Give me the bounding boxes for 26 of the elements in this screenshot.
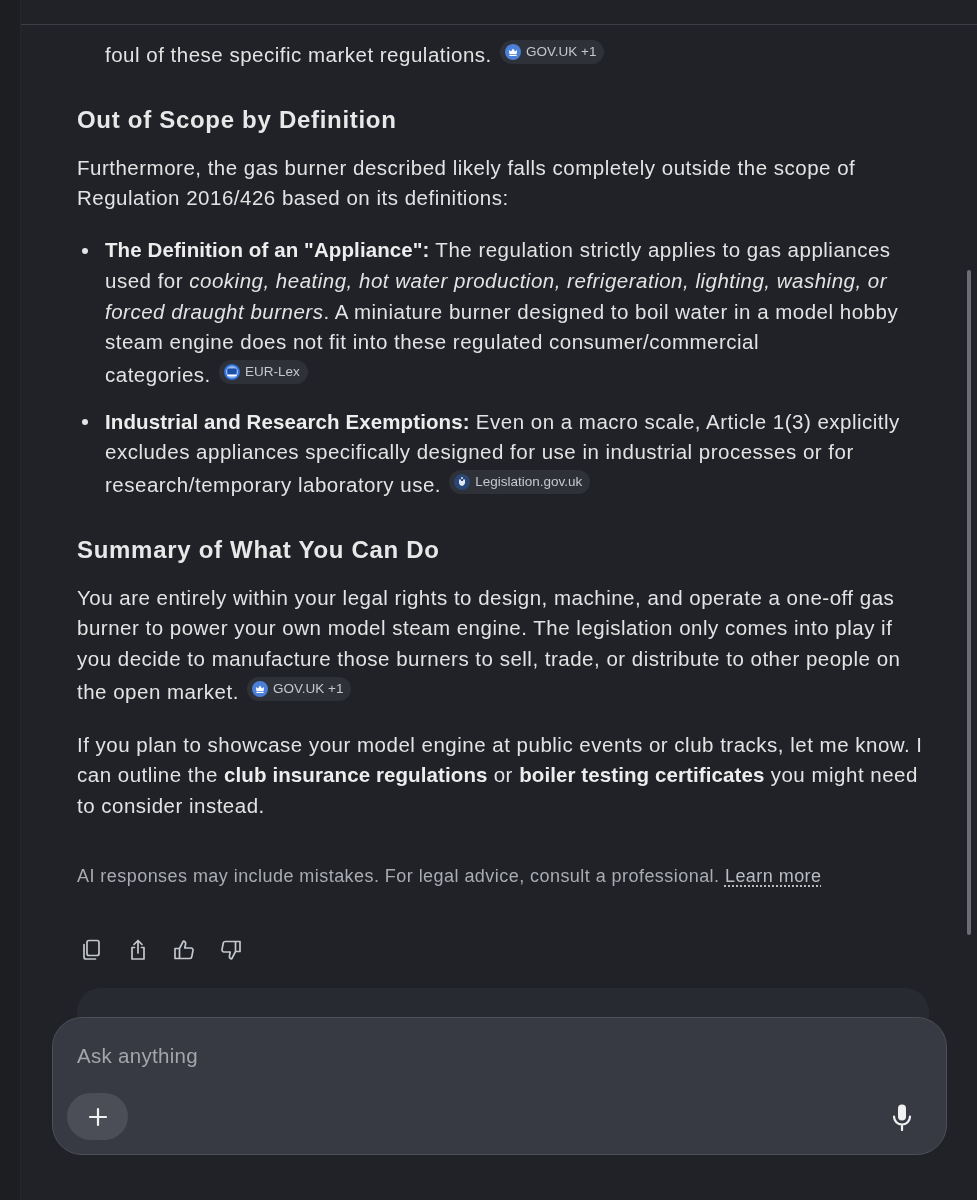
source-chip[interactable]: Legislation.gov.uk xyxy=(449,470,591,495)
bullet-icon xyxy=(82,419,88,426)
answer-paragraph: Furthermore, the gas burner described likely falls completely outside the scope of Regulation 2016/426 based on its definitions: xyxy=(77,154,857,212)
answer-paragraph: You are entirely within your legal rights to design, machine, and operate a one-off gas burner to power your own model steam engine. The legislation only comes into play if you decide to manufacture those burners to sell, trade, or distribute to other people on the open market. GOV.UK +1 xyxy=(77,584,902,705)
message-input[interactable]: Ask anything xyxy=(77,1041,897,1071)
bullet-icon xyxy=(82,247,88,254)
logo-disc-icon xyxy=(224,363,240,380)
thumbs-up-icon[interactable] xyxy=(172,937,196,962)
crest-icon xyxy=(454,474,471,491)
scrollbar-thumb[interactable] xyxy=(967,270,971,935)
source-chip[interactable]: GOV.UK +1 xyxy=(500,40,605,64)
microphone-icon[interactable] xyxy=(892,1104,912,1131)
add-button[interactable] xyxy=(67,1093,128,1140)
source-chip[interactable]: EUR-Lex xyxy=(219,359,308,384)
learn-more-link[interactable]: Learn more xyxy=(724,865,822,886)
bullet-text: Industrial and Research Exemptions: Even on a macro scale, Article 1(3) explicitly excludes appliances specifically designed for use in industrial processes or for research/temporary laboratory use. Legislation.gov.uk xyxy=(105,408,901,499)
source-chip[interactable]: GOV.UK +1 xyxy=(247,676,352,701)
crown-icon xyxy=(252,680,269,697)
bullet-text: The Definition of an "Appliance": The regulation strictly applies to gas appliances used for cooking, heating, hot water production, refrigeration, lighting, washing, or forced draught burners. A miniature burner designed to boil water in a model hobby steam engine does not fit into these regulated consumer/commercial categories. EUR-Lex xyxy=(105,237,900,388)
answer-paragraph: If you plan to showcase your model engine at public events or club tracks, let me know. I can outline the club insurance regulations or boiler testing certificates you might need to consider instead. xyxy=(77,731,924,819)
section-heading: Out of Scope by Definition xyxy=(77,104,398,135)
bullet-text: foul of these specific market regulations. GOV.UK +1 xyxy=(105,38,929,71)
plus-icon xyxy=(87,1106,108,1127)
disclaimer-text: AI responses may include mistakes. For legal advice, consult a professional. Learn more xyxy=(77,864,823,888)
crown-icon xyxy=(505,44,521,60)
section-heading: Summary of What You Can Do xyxy=(77,534,441,565)
